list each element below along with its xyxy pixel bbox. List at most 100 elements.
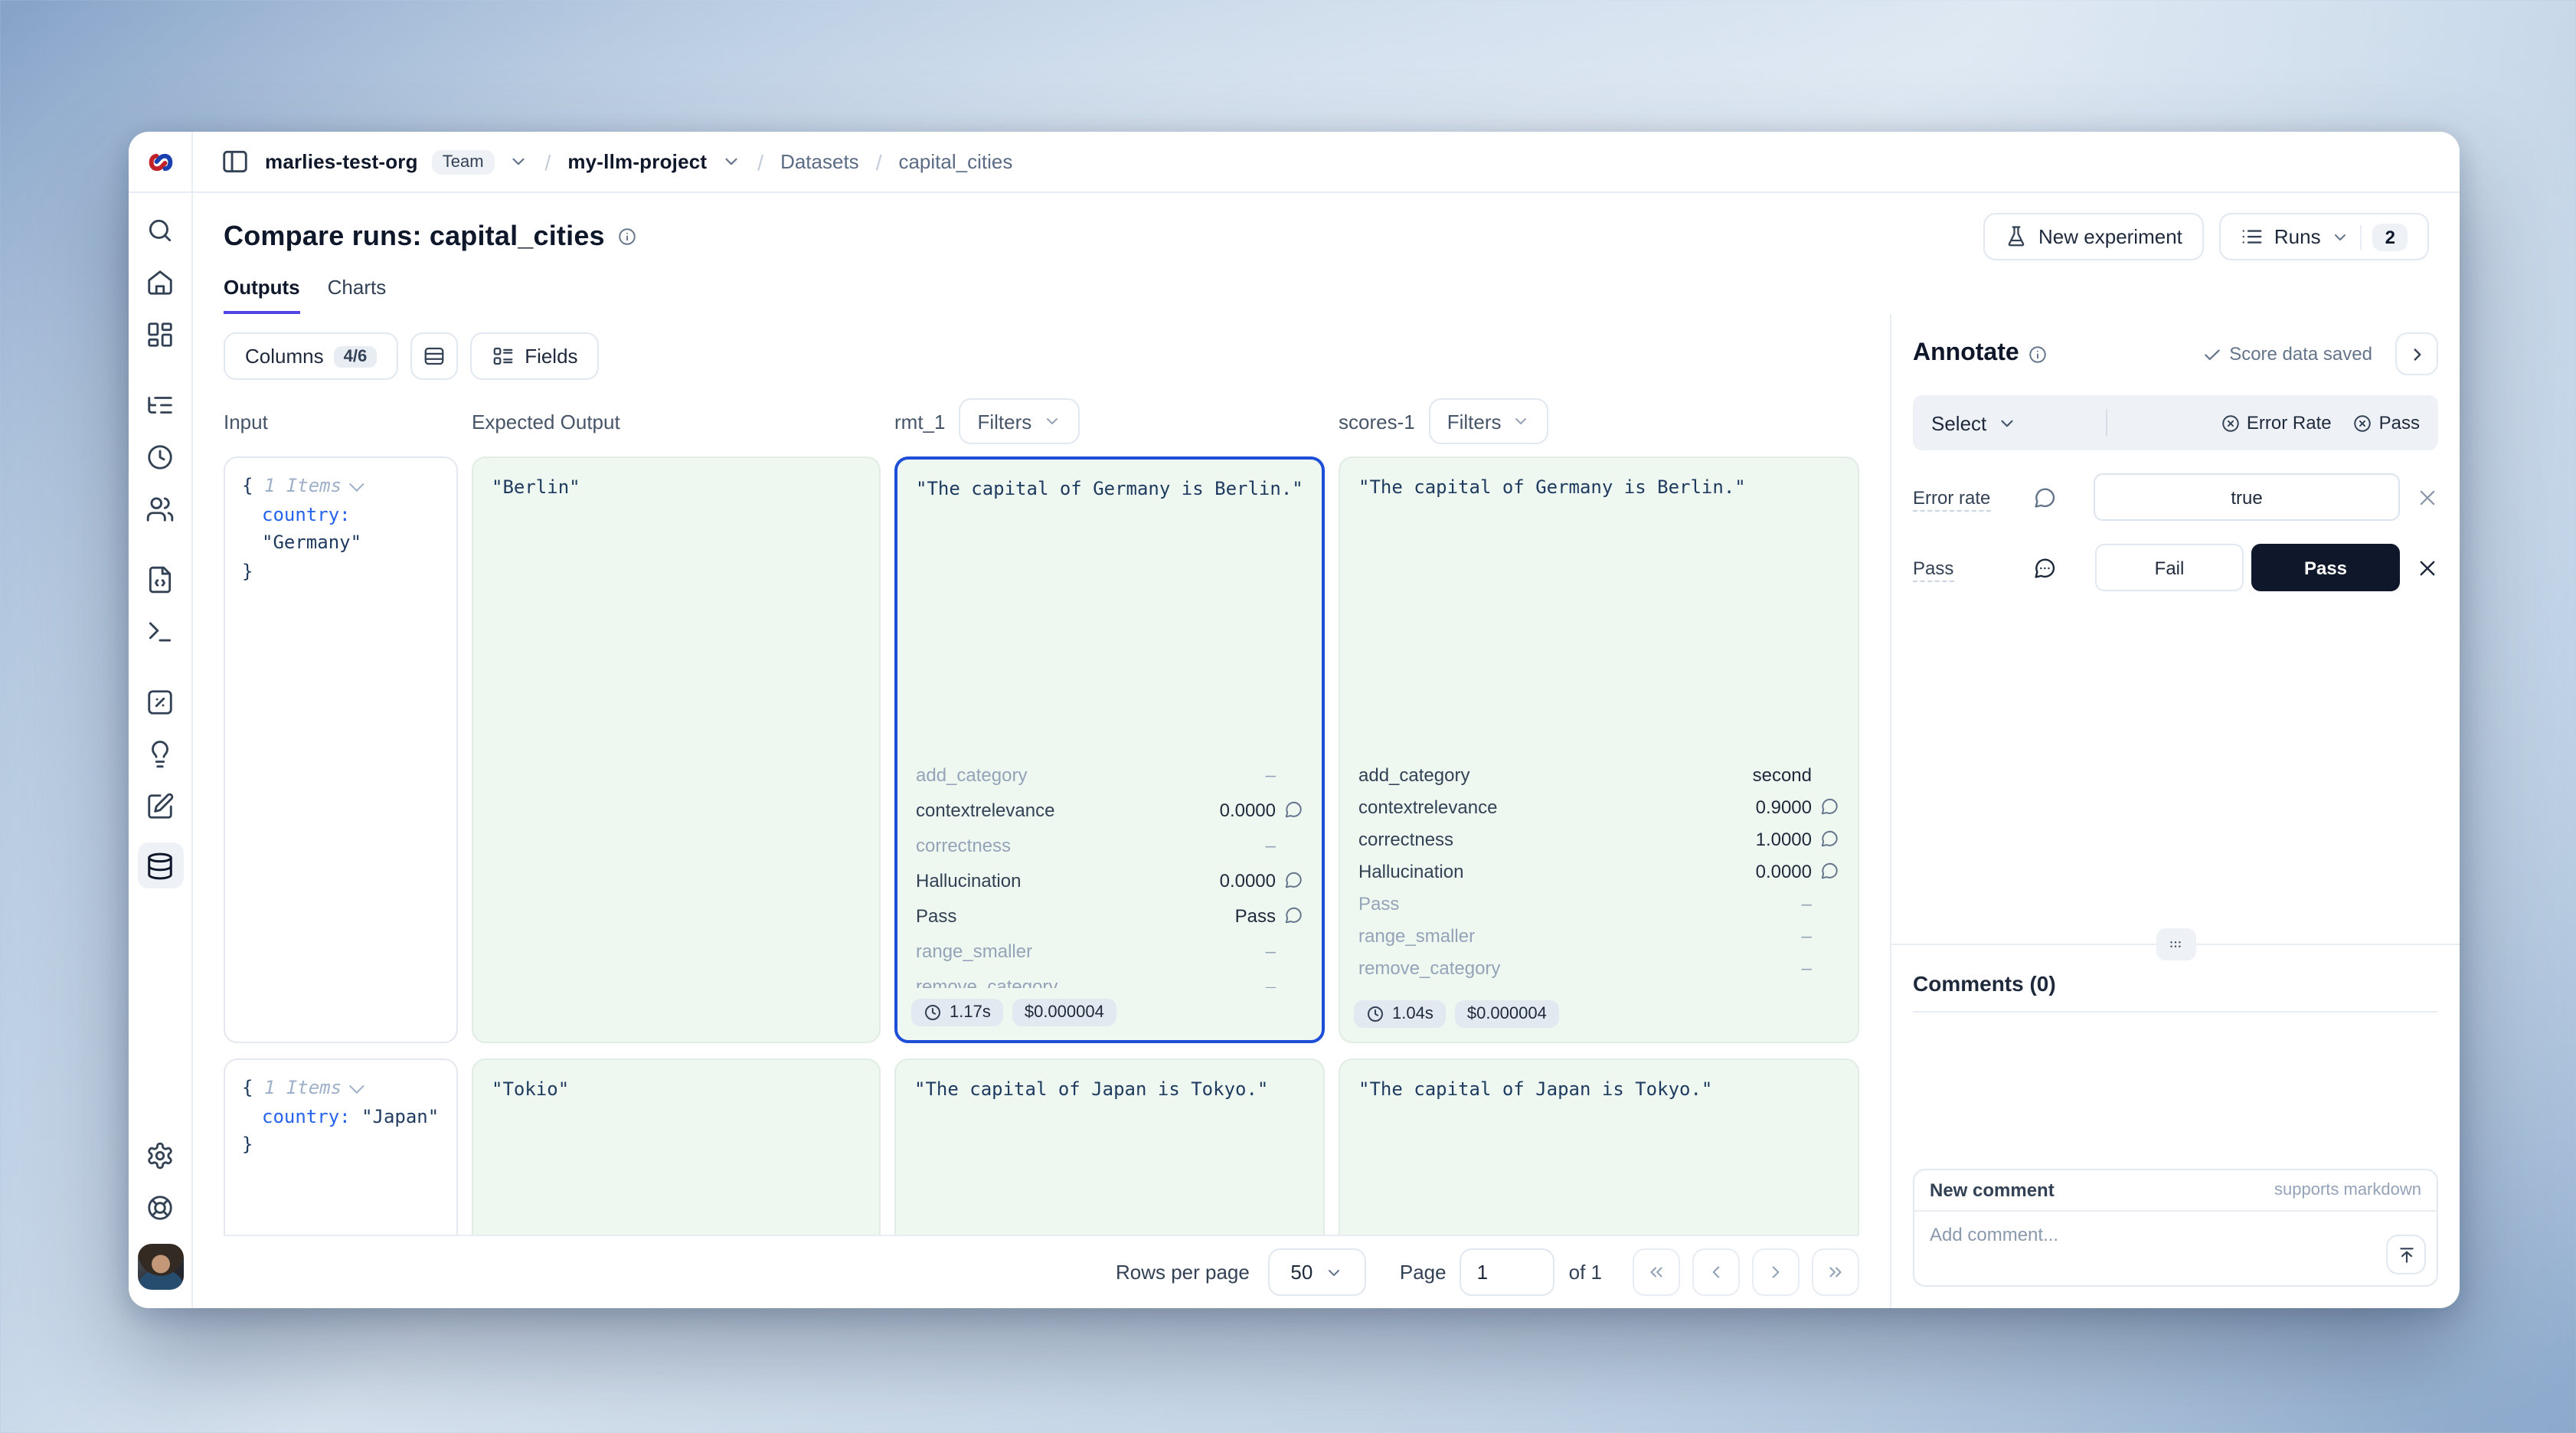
run1-filters-button[interactable]: Filters [959,398,1079,444]
breadcrumb-dataset-name[interactable]: capital_cities [898,150,1012,173]
input-cell[interactable]: { 1 Items country: "Germany" } [224,456,458,1043]
desktop-background: marlies-test-org Team / my-llm-project /… [0,0,2576,1433]
annotation-pen-icon[interactable] [145,790,175,821]
score-value: Pass [1235,905,1276,926]
table-row: { 1 Items country: "Germany" } "Berlin" … [224,456,1859,1043]
comment-bubble-icon[interactable] [1812,861,1839,881]
dashboard-icon[interactable] [145,319,175,349]
score-name: range_smaller [1358,924,1802,946]
score-row: contextrelevance0.9000 [1358,790,1839,823]
comment-bubble-icon[interactable] [1812,797,1839,816]
latency-badge: 1.04s [1354,1000,1446,1028]
sidebar-item-datasets[interactable] [137,842,183,888]
comment-bubble-icon[interactable] [1276,800,1303,820]
info-icon[interactable] [617,227,637,247]
new-experiment-button[interactable]: New experiment [1983,213,2204,260]
score-row-pass: Pass Fail Pass [1913,544,2438,591]
prev-page-button[interactable] [1692,1248,1740,1296]
first-page-button[interactable] [1633,1248,1680,1296]
breadcrumb-org[interactable]: marlies-test-org [265,150,418,173]
next-page-button[interactable] [1752,1248,1800,1296]
json-items-toggle[interactable]: 1 Items [264,475,360,496]
expected-output-cell[interactable]: "Berlin" [472,456,881,1043]
drag-handle[interactable] [2156,928,2195,960]
json-items-toggle[interactable]: 1 Items [264,1077,360,1098]
sidebar [129,132,193,1308]
sessions-clock-icon[interactable] [145,441,175,472]
lightbulb-icon[interactable] [145,738,175,769]
comment-bubble-icon[interactable] [1276,870,1303,890]
score-value: – [1266,834,1276,856]
page-number-input[interactable] [1460,1248,1555,1296]
markdown-hint: supports markdown [2274,1181,2421,1199]
score-select-bar: Select Error Rate Pass [1913,395,2438,450]
prompts-file-code-icon[interactable] [145,564,175,594]
pass-option-button[interactable]: Pass [2251,544,2400,591]
score-row: remove_category– [1358,951,1839,983]
selected-score-chip[interactable]: Error Rate [2221,412,2332,433]
breadcrumb-separator: / [545,149,551,174]
columns-button[interactable]: Columns 4/6 [224,332,397,380]
comment-bubble-dots-icon[interactable] [2032,555,2057,580]
chevron-down-icon [2332,227,2350,246]
run2-output-cell[interactable]: "The capital of Japan is Tokyo." [1339,1058,1859,1235]
fields-button[interactable]: Fields [469,332,599,380]
settings-gear-icon[interactable] [145,1140,175,1170]
score-name: correctness [916,834,1266,856]
comment-bubble-icon[interactable] [1276,905,1303,925]
users-icon[interactable] [145,493,175,524]
run1-output-cell-selected[interactable]: "The capital of Germany is Berlin." add_… [894,456,1325,1043]
breadcrumb-separator: / [876,149,882,174]
input-cell[interactable]: { 1 Items country: "Japan" } [224,1058,458,1235]
score-value: 0.9000 [1756,796,1812,817]
new-experiment-label: New experiment [2038,225,2182,248]
playground-terminal-icon[interactable] [145,616,175,646]
chevron-down-icon[interactable] [508,152,528,172]
comment-bubble-icon[interactable] [2032,485,2057,509]
evaluation-percent-icon[interactable] [145,686,175,717]
info-icon[interactable] [2028,344,2048,364]
score-row: Hallucination0.0000 [916,862,1303,898]
chevron-down-icon[interactable] [721,152,740,172]
score-name: Hallucination [916,869,1220,891]
runs-button[interactable]: Runs 2 [2219,213,2429,260]
org-logo[interactable] [129,132,191,193]
breadcrumb-datasets[interactable]: Datasets [780,150,859,173]
cost-badge: $0.000004 [1455,1000,1559,1028]
panel-toggle-icon[interactable] [217,146,251,177]
score-name: Hallucination [1358,860,1756,882]
score-name: remove_category [1358,957,1802,978]
table-header-row: Input Expected Output rmt_1 Filters scor… [224,386,1859,456]
search-icon[interactable] [145,214,175,245]
fail-option-button[interactable]: Fail [2095,544,2244,591]
expected-output-cell[interactable]: "Tokio" [472,1058,881,1235]
run2-filters-button[interactable]: Filters [1429,398,1549,444]
breadcrumb-project[interactable]: my-llm-project [567,150,707,173]
support-lifebuoy-icon[interactable] [145,1192,175,1222]
column-header-run2: scores-1 [1339,410,1415,433]
score-name: correctness [1358,828,1756,849]
tab-outputs[interactable]: Outputs [224,276,300,314]
tab-charts[interactable]: Charts [328,276,387,314]
tracing-icon[interactable] [145,389,175,420]
run2-output-cell[interactable]: "The capital of Germany is Berlin." add_… [1339,456,1859,1043]
home-icon[interactable] [145,267,175,297]
user-avatar[interactable] [137,1244,183,1290]
comment-input[interactable] [1930,1224,2421,1273]
selected-score-chip[interactable]: Pass [2353,412,2420,433]
submit-comment-button[interactable] [2386,1235,2426,1274]
run1-output-cell[interactable]: "The capital of Japan is Tokyo." [894,1058,1325,1235]
comments-heading: Comments (0) [1913,970,2438,1012]
score-value: 0.0000 [1220,799,1276,820]
error-rate-input[interactable] [2094,473,2400,521]
rows-per-page-select[interactable]: 50 [1268,1248,1366,1296]
row-height-button[interactable] [410,332,457,380]
clear-error-rate-icon[interactable] [2417,486,2438,508]
score-select-dropdown[interactable]: Select [1931,411,2017,434]
score-row: range_smaller– [916,933,1303,968]
last-page-button[interactable] [1812,1248,1859,1296]
collapse-panel-button[interactable] [2395,332,2438,375]
clear-pass-icon[interactable] [2417,557,2438,578]
divider [2106,409,2107,437]
comment-bubble-icon[interactable] [1812,829,1839,849]
